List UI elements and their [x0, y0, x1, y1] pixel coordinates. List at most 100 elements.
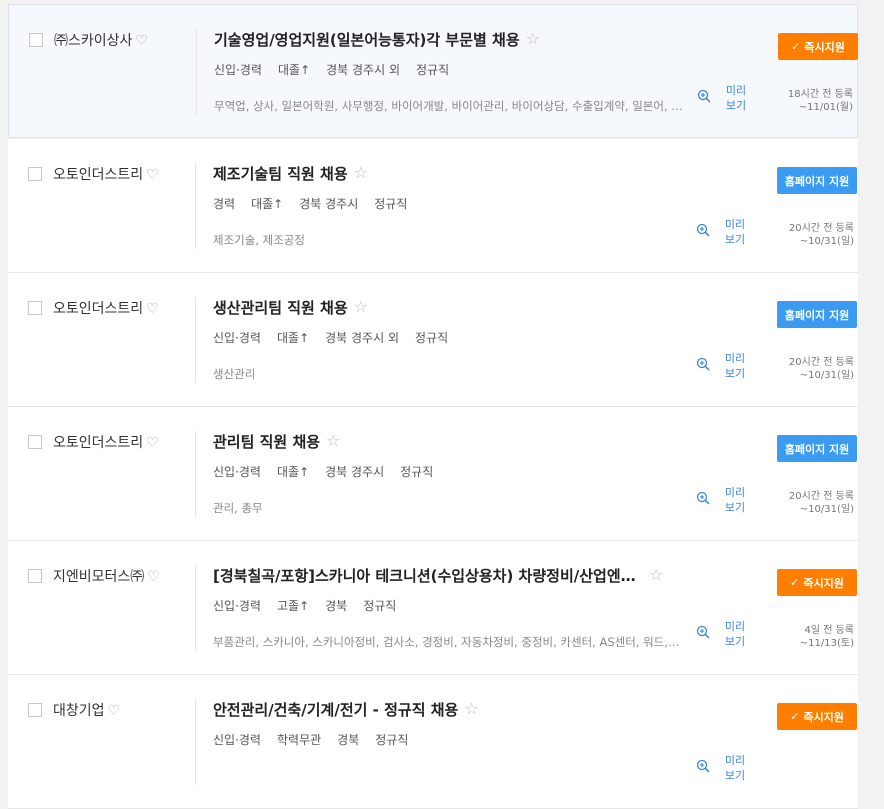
quick-apply-button[interactable]: ✓ 즉시지원 [777, 569, 857, 596]
preview-label[interactable]: 미리보기 [720, 217, 750, 247]
job-card[interactable]: 오토인더스트리 ♡ 제조기술팀 직원 채용 ☆ 경력 대졸↑ 경북 경주시 정규직 제조기… [8, 139, 858, 273]
job-title[interactable]: 제조기술팀 직원 채용 ☆ [213, 163, 368, 184]
job-conditions: 경력 대졸↑ 경북 경주시 정규직 [213, 195, 423, 212]
deadline: ~11/13(토) [799, 638, 854, 649]
job-title[interactable]: 기술영업/영업지원(일본어능통자)각 부문별 채용 ☆ [214, 29, 540, 50]
divider [195, 297, 196, 383]
star-icon[interactable]: ☆ [649, 565, 663, 584]
preview-label[interactable]: 미리보기 [720, 753, 750, 783]
heart-icon[interactable]: ♡ [146, 301, 159, 317]
job-title[interactable]: [경북칠곡/포항]스카니아 테크니션(수입상용차) 차량정비/산업엔진정비 ☆ [213, 565, 663, 586]
job-title-text[interactable]: 기술영업/영업지원(일본어능통자)각 부문별 채용 [214, 29, 520, 50]
apply-button-label[interactable]: 홈페이지 지원 [785, 307, 850, 323]
apply-button-label[interactable]: 즉시지원 [803, 575, 843, 591]
company-name[interactable]: ㈜스카이상사 ♡ [54, 30, 148, 50]
condition-item: 대졸↑ [277, 63, 311, 77]
job-card[interactable]: 오토인더스트리 ♡ 생산관리팀 직원 채용 ☆ 신입·경력 대졸↑ 경북 경주시 외 정규… [8, 273, 858, 407]
star-icon[interactable]: ☆ [354, 297, 368, 316]
job-title[interactable]: 관리팀 직원 채용 ☆ [213, 431, 340, 452]
star-icon[interactable]: ☆ [354, 163, 368, 182]
star-icon[interactable]: ☆ [464, 699, 478, 718]
condition-item: 정규직 [415, 331, 449, 345]
apply-button-label[interactable]: 홈페이지 지원 [785, 441, 850, 457]
zoom-in-icon [696, 759, 710, 773]
company-name[interactable]: 대창기업 ♡ [53, 700, 120, 720]
company-name[interactable]: 지엔비모터스㈜ ♡ [53, 566, 160, 586]
zoom-in-icon [696, 491, 710, 505]
preview-label[interactable]: 미리보기 [721, 83, 751, 113]
condition-item: 경북 경주시 [299, 197, 359, 211]
company-name-text[interactable]: 오토인더스트리 [53, 301, 143, 317]
deadline: ~10/31(일) [799, 504, 854, 515]
company-name-text[interactable]: 오토인더스트리 [53, 435, 143, 451]
apply-button-label[interactable]: 즉시지원 [804, 39, 844, 55]
heart-icon[interactable]: ♡ [146, 435, 159, 451]
apply-button-label[interactable]: 홈페이지 지원 [785, 173, 850, 189]
job-title-text[interactable]: 제조기술팀 직원 채용 [213, 163, 348, 184]
select-checkbox[interactable] [28, 435, 42, 449]
job-title-text[interactable]: 안전관리/건축/기계/전기 - 정규직 채용 [213, 699, 458, 720]
job-title-text[interactable]: 생산관리팀 직원 채용 [213, 297, 348, 318]
company-name[interactable]: 오토인더스트리 ♡ [53, 432, 159, 452]
preview-button[interactable]: 미리보기 [696, 753, 756, 787]
post-meta: 4일 전 등록 ~11/13(토) [800, 624, 854, 650]
job-title-text[interactable]: [경북칠곡/포항]스카니아 테크니션(수입상용차) 차량정비/산업엔진정비 [213, 565, 643, 586]
select-checkbox[interactable] [29, 33, 43, 47]
preview-button[interactable]: 미리보기 [696, 217, 756, 251]
check-icon: ✓ [790, 576, 800, 589]
quick-apply-button[interactable]: ✓ 즉시지원 [777, 703, 857, 730]
select-checkbox[interactable] [28, 703, 42, 717]
company-name[interactable]: 오토인더스트리 ♡ [53, 298, 159, 318]
heart-icon[interactable]: ♡ [135, 33, 148, 49]
homepage-apply-button[interactable]: 홈페이지 지원 [777, 435, 857, 462]
condition-item: 경북 경주시 [325, 465, 385, 479]
select-checkbox[interactable] [28, 569, 42, 583]
job-title[interactable]: 안전관리/건축/기계/전기 - 정규직 채용 ☆ [213, 699, 479, 720]
condition-item: 정규직 [400, 465, 434, 479]
posted-time: 4일 전 등록 [804, 625, 854, 636]
job-title[interactable]: 생산관리팀 직원 채용 ☆ [213, 297, 368, 318]
homepage-apply-button[interactable]: 홈페이지 지원 [777, 301, 857, 328]
job-card[interactable]: 지엔비모터스㈜ ♡ [경북칠곡/포항]스카니아 테크니션(수입상용차) 차량정비/… [8, 541, 858, 675]
company-name-text[interactable]: 대창기업 [53, 703, 105, 719]
deadline: ~10/31(일) [799, 370, 854, 381]
apply-button-label[interactable]: 즉시지원 [803, 709, 843, 725]
job-conditions: 신입·경력 대졸↑ 경북 경주시 외 정규직 [213, 329, 464, 346]
quick-apply-button[interactable]: ✓ 즉시지원 [778, 33, 858, 60]
preview-button[interactable]: 미리보기 [697, 83, 757, 117]
heart-icon[interactable]: ♡ [147, 569, 160, 585]
zoom-in-icon [696, 625, 710, 639]
condition-item: 신입·경력 [213, 331, 261, 345]
preview-button[interactable]: 미리보기 [696, 351, 756, 385]
star-icon[interactable]: ☆ [326, 431, 340, 450]
preview-button[interactable]: 미리보기 [696, 619, 756, 653]
job-title-text[interactable]: 관리팀 직원 채용 [213, 431, 320, 452]
select-checkbox[interactable] [28, 301, 42, 315]
homepage-apply-button[interactable]: 홈페이지 지원 [777, 167, 857, 194]
condition-item: 신입·경력 [214, 63, 262, 77]
preview-label[interactable]: 미리보기 [720, 485, 750, 515]
select-checkbox[interactable] [28, 167, 42, 181]
job-card[interactable]: ㈜스카이상사 ♡ 기술영업/영업지원(일본어능통자)각 부문별 채용 ☆ 신입·경력… [8, 4, 858, 138]
preview-label[interactable]: 미리보기 [720, 351, 750, 381]
job-conditions: 신입·경력 학력무관 경북 정규직 [213, 731, 424, 748]
divider [196, 29, 197, 115]
job-card[interactable]: 대창기업 ♡ 안전관리/건축/기계/전기 - 정규직 채용 ☆ 신입·경력 학력무관 경… [8, 675, 858, 809]
heart-icon[interactable]: ♡ [108, 703, 121, 719]
condition-item: 고졸↑ [276, 599, 310, 613]
company-name-text[interactable]: 지엔비모터스㈜ [53, 569, 144, 585]
star-icon[interactable]: ☆ [526, 29, 540, 48]
check-icon: ✓ [790, 710, 800, 723]
job-card[interactable]: 오토인더스트리 ♡ 관리팀 직원 채용 ☆ 신입·경력 대졸↑ 경북 경주시 정규직 관리… [8, 407, 858, 541]
zoom-in-icon [696, 223, 710, 237]
posted-time: 20시간 전 등록 [788, 491, 854, 502]
company-name-text[interactable]: ㈜스카이상사 [54, 33, 132, 49]
preview-label[interactable]: 미리보기 [720, 619, 750, 649]
post-meta: 20시간 전 등록 ~10/31(일) [789, 356, 854, 382]
job-tags: 제조기술, 제조공정 [213, 233, 305, 247]
posted-time: 20시간 전 등록 [788, 357, 854, 368]
company-name[interactable]: 오토인더스트리 ♡ [53, 164, 159, 184]
company-name-text[interactable]: 오토인더스트리 [53, 167, 143, 183]
preview-button[interactable]: 미리보기 [696, 485, 756, 519]
heart-icon[interactable]: ♡ [146, 167, 159, 183]
